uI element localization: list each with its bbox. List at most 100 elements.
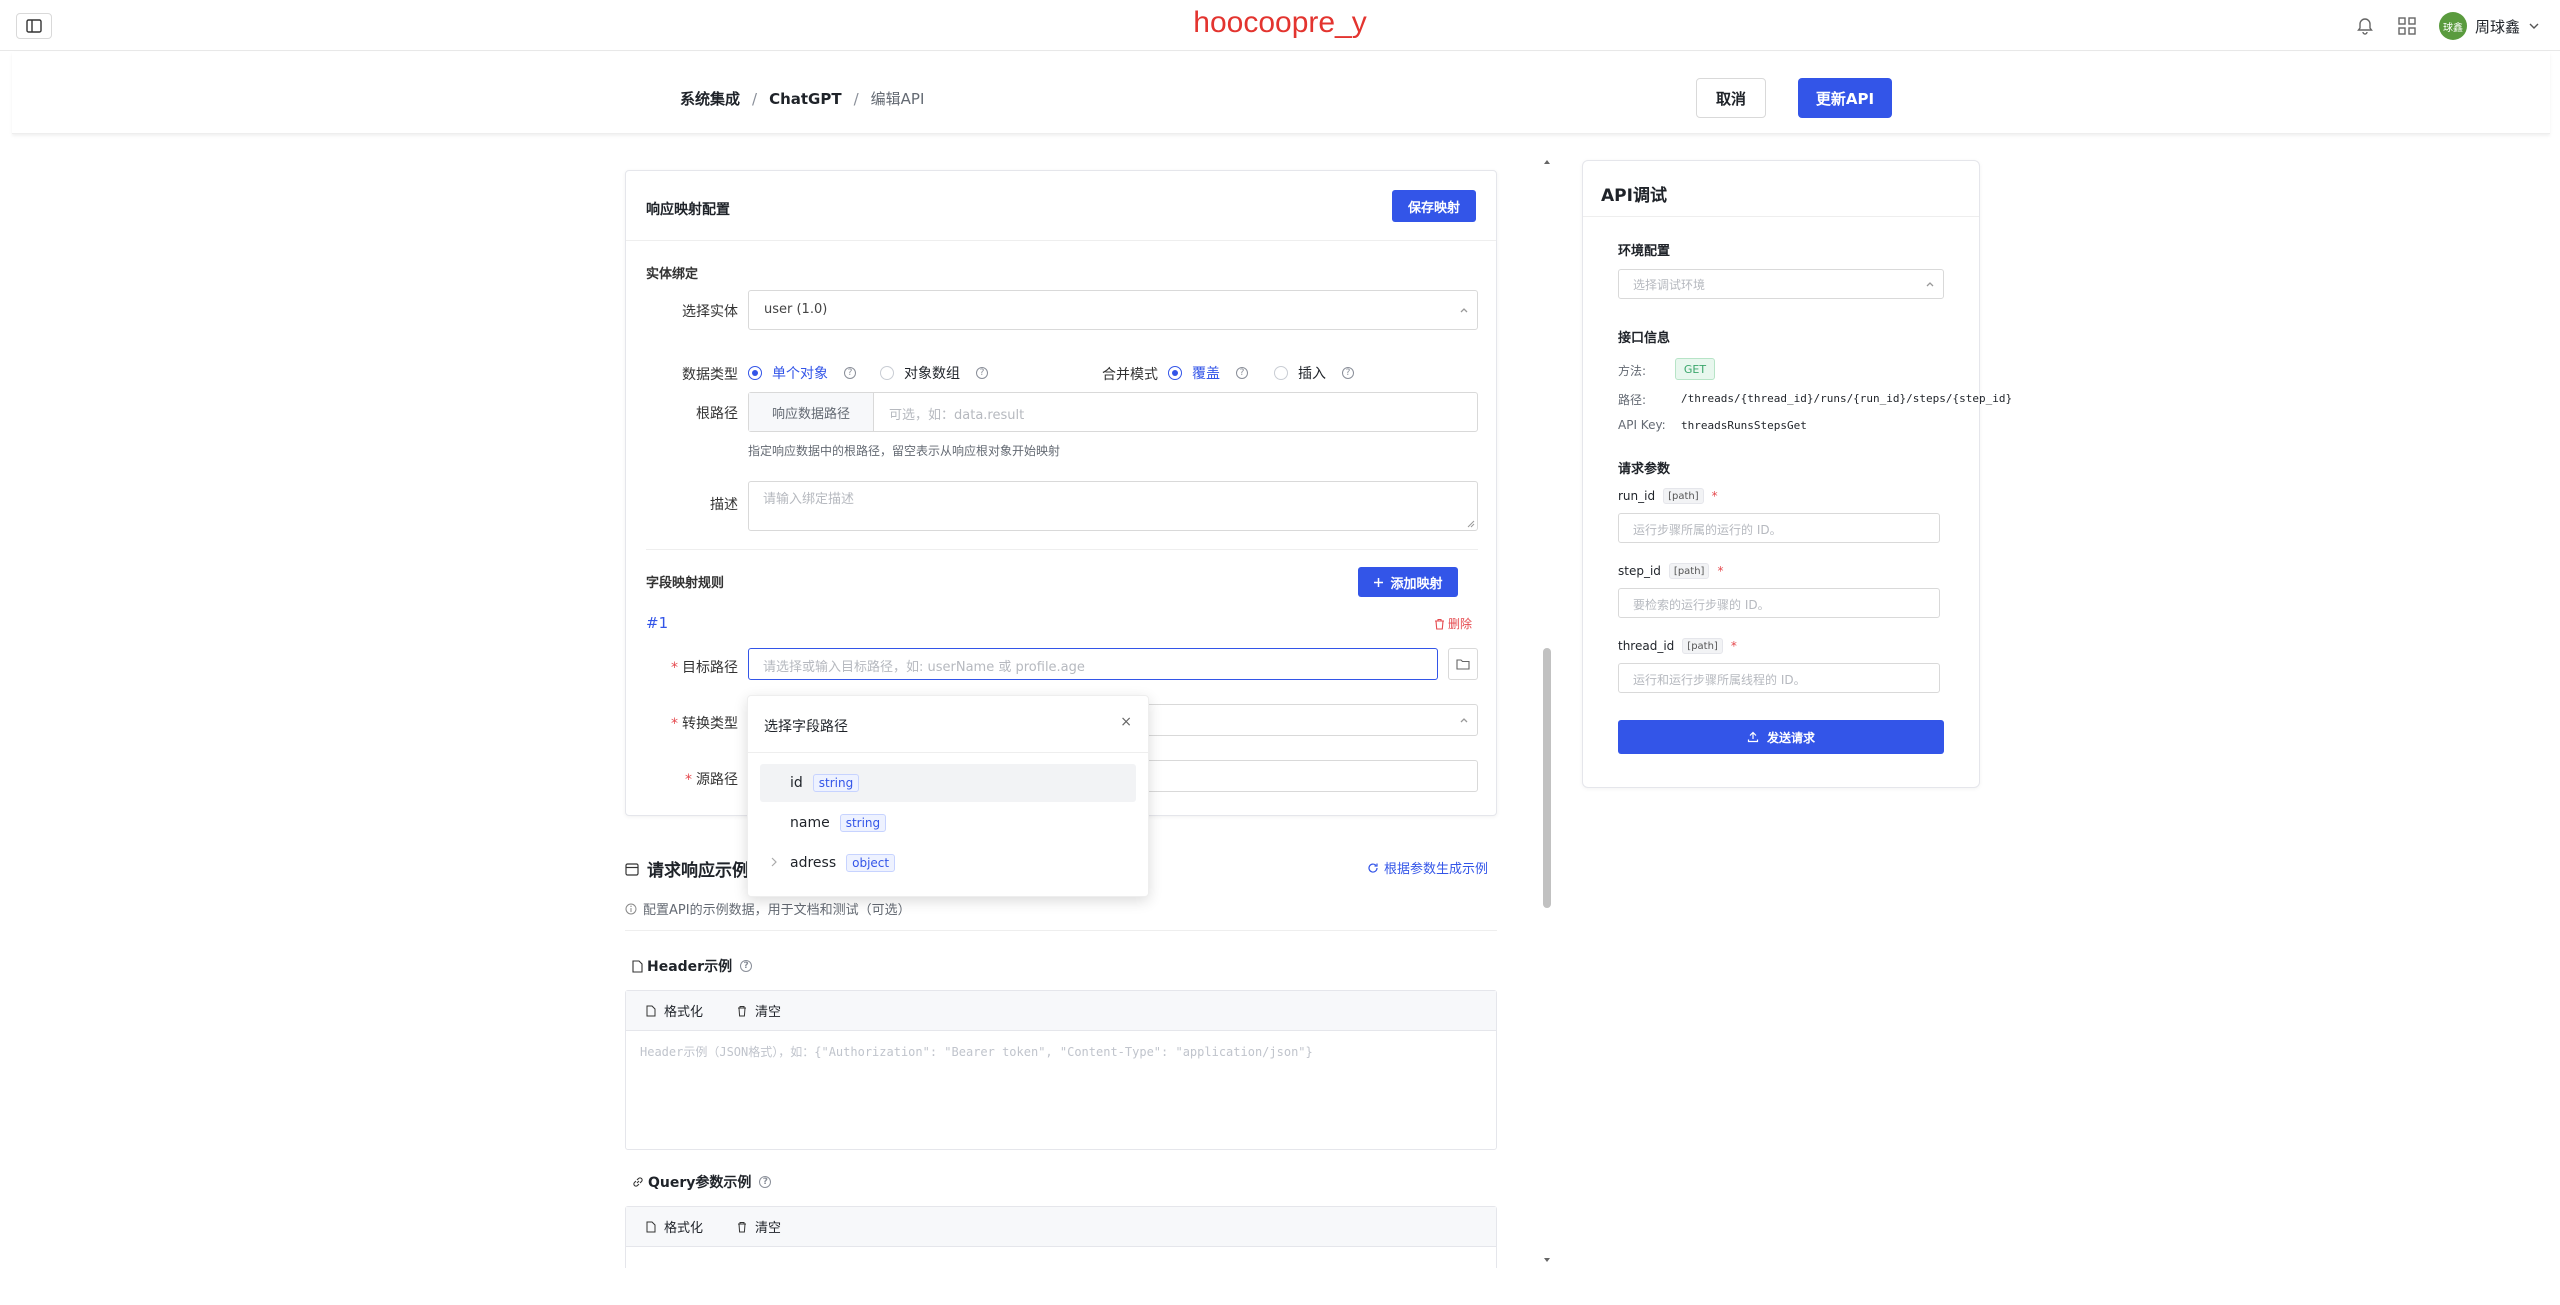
query-example-editor[interactable]: 格式化 清空	[625, 1206, 1497, 1268]
example-hint: 配置API的示例数据，用于文档和测试（可选）	[625, 899, 911, 918]
header-example-placeholder: Header示例（JSON格式），如：{"Authorization": "Be…	[640, 1045, 1313, 1059]
page-scrollbar[interactable]	[1542, 158, 1552, 1268]
user-menu[interactable]: 球鑫 周球鑫	[2438, 12, 2540, 40]
path-label: 路径:	[1618, 393, 1647, 407]
required-mark: *	[1730, 639, 1737, 653]
help-icon[interactable]: ?	[976, 367, 988, 379]
plus-icon	[1373, 577, 1384, 588]
trash-icon	[738, 1005, 747, 1016]
param-in-badge: [path]	[1663, 488, 1704, 504]
example-section-title: 请求响应示例	[625, 856, 749, 881]
header-example-text: Header示例	[647, 959, 733, 975]
method-label: 方法:	[1618, 364, 1647, 378]
generate-example-label: 根据参数生成示例	[1384, 862, 1489, 877]
field-path-popover: 选择字段路径 × id string name string adress ob…	[747, 695, 1149, 897]
apps-grid-icon[interactable]	[2397, 16, 2417, 36]
delete-label: 删除	[1448, 617, 1473, 631]
header-example-editor[interactable]: 格式化 清空 Header示例（JSON格式），如：{"Authorizatio…	[625, 990, 1497, 1150]
apikey-value: threadsRunsStepsGet	[1681, 419, 1807, 432]
chevron-down-icon	[2528, 20, 2540, 32]
help-icon[interactable]: ?	[1236, 367, 1248, 379]
radio-object-array[interactable]: 对象数组 ?	[880, 363, 988, 383]
help-icon[interactable]: ?	[740, 960, 753, 972]
brand-title: hoocoopre_y	[1193, 6, 1367, 39]
cancel-button[interactable]: 取消	[1696, 78, 1766, 118]
breadcrumb-current: 编辑API	[870, 90, 925, 108]
step-id-placeholder: 要检索的运行步骤的 ID。	[1633, 598, 1770, 612]
close-icon[interactable]: ×	[1120, 714, 1132, 730]
editor-toolbar: 格式化 清空	[626, 1207, 1496, 1247]
generate-example-link[interactable]: 根据参数生成示例	[1367, 858, 1488, 877]
radio-insert[interactable]: 插入 ?	[1274, 363, 1354, 383]
clear-button[interactable]: 清空	[737, 1001, 781, 1020]
param-label-thread-id: thread_id [path] *	[1618, 638, 1737, 654]
target-path-input[interactable]: 请选择或输入目标路径，如: userName 或 profile.age	[748, 648, 1438, 680]
update-api-button[interactable]: 更新API	[1798, 78, 1892, 118]
convert-type-label: * 转换类型	[671, 716, 738, 732]
params-section-title: 请求参数	[1618, 462, 1671, 477]
breadcrumb: 系统集成 / ChatGPT / 编辑API	[680, 88, 924, 109]
clear-button[interactable]: 清空	[737, 1217, 781, 1236]
scroll-down-arrow-icon[interactable]	[1543, 1256, 1551, 1264]
example-title-text: 请求响应示例	[647, 861, 749, 881]
info-icon	[625, 903, 637, 915]
help-icon[interactable]: ?	[1342, 367, 1354, 379]
send-request-button[interactable]: 发送请求	[1618, 720, 1944, 754]
select-entity-label: 选择实体	[682, 304, 738, 320]
source-path-label: * 源路径	[685, 772, 738, 788]
bell-icon[interactable]	[2355, 16, 2375, 36]
required-mark: *	[1711, 489, 1718, 503]
field-option-name[interactable]: name string	[760, 804, 1136, 842]
save-mapping-button[interactable]: 保存映射	[1392, 190, 1476, 222]
breadcrumb-item-integration[interactable]: 系统集成	[680, 88, 740, 109]
description-textarea[interactable]: 请输入绑定描述	[748, 481, 1478, 531]
field-option-id[interactable]: id string	[760, 764, 1136, 802]
help-icon[interactable]: ?	[759, 1176, 772, 1188]
type-badge: string	[839, 814, 887, 832]
scrollbar-thumb[interactable]	[1543, 648, 1551, 908]
add-mapping-label: 添加映射	[1390, 576, 1443, 592]
root-path-hint: 指定响应数据中的根路径，留空表示从响应根对象开始映射	[748, 444, 1061, 458]
radio-overwrite[interactable]: 覆盖 ?	[1168, 363, 1248, 383]
folder-picker-button[interactable]	[1448, 648, 1478, 680]
format-button[interactable]: 格式化	[646, 1001, 703, 1020]
step-id-input[interactable]: 要检索的运行步骤的 ID。	[1618, 588, 1940, 618]
env-select[interactable]: 选择调试环境	[1618, 269, 1944, 299]
help-icon[interactable]: ?	[844, 367, 856, 379]
description-label: 描述	[710, 497, 738, 513]
format-button[interactable]: 格式化	[646, 1217, 703, 1236]
run-id-input[interactable]: 运行步骤所属的运行的 ID。	[1618, 513, 1940, 543]
target-path-placeholder: 请选择或输入目标路径，如: userName 或 profile.age	[763, 660, 1085, 675]
breadcrumb-separator: /	[752, 89, 758, 108]
field-option-adress[interactable]: adress object	[760, 844, 1136, 882]
breadcrumb-item-chatgpt[interactable]: ChatGPT	[769, 90, 842, 108]
scroll-up-arrow-icon[interactable]	[1543, 158, 1551, 166]
description-placeholder: 请输入绑定描述	[763, 492, 855, 507]
chevron-right-icon[interactable]	[770, 857, 778, 867]
delete-rule-button[interactable]: 删除	[1434, 615, 1472, 632]
target-path-label: * 目标路径	[671, 660, 738, 676]
param-in-badge: [path]	[1668, 563, 1710, 579]
chevron-up-icon	[1459, 305, 1469, 315]
root-path-input[interactable]: 响应数据路径 可选，如：data.result	[748, 392, 1478, 432]
divider	[646, 549, 1478, 550]
field-option-name: name	[790, 815, 830, 831]
document-icon	[646, 1005, 656, 1016]
run-id-placeholder: 运行步骤所属的运行的 ID。	[1633, 523, 1782, 537]
panel-title: API调试	[1601, 186, 1667, 206]
editor-toolbar: 格式化 清空	[626, 991, 1496, 1031]
path-value: /threads/{thread_id}/runs/{run_id}/steps…	[1681, 392, 2013, 405]
type-badge: string	[812, 774, 860, 792]
document-icon	[632, 959, 643, 973]
trash-icon	[1434, 618, 1445, 630]
radio-single-object[interactable]: 单个对象 ?	[748, 363, 856, 383]
resize-handle-icon[interactable]	[1467, 520, 1475, 528]
select-entity-select[interactable]: user (1.0)	[748, 290, 1478, 330]
param-label-step-id: step_id [path] *	[1618, 563, 1724, 579]
avatar: 球鑫	[2438, 12, 2467, 40]
add-mapping-button[interactable]: 添加映射	[1358, 567, 1458, 597]
example-hint-text: 配置API的示例数据，用于文档和测试（可选）	[643, 903, 911, 918]
radio-label: 覆盖	[1192, 366, 1220, 382]
popover-scrollbar[interactable]	[1138, 760, 1142, 788]
thread-id-input[interactable]: 运行和运行步骤所属线程的 ID。	[1618, 663, 1940, 693]
